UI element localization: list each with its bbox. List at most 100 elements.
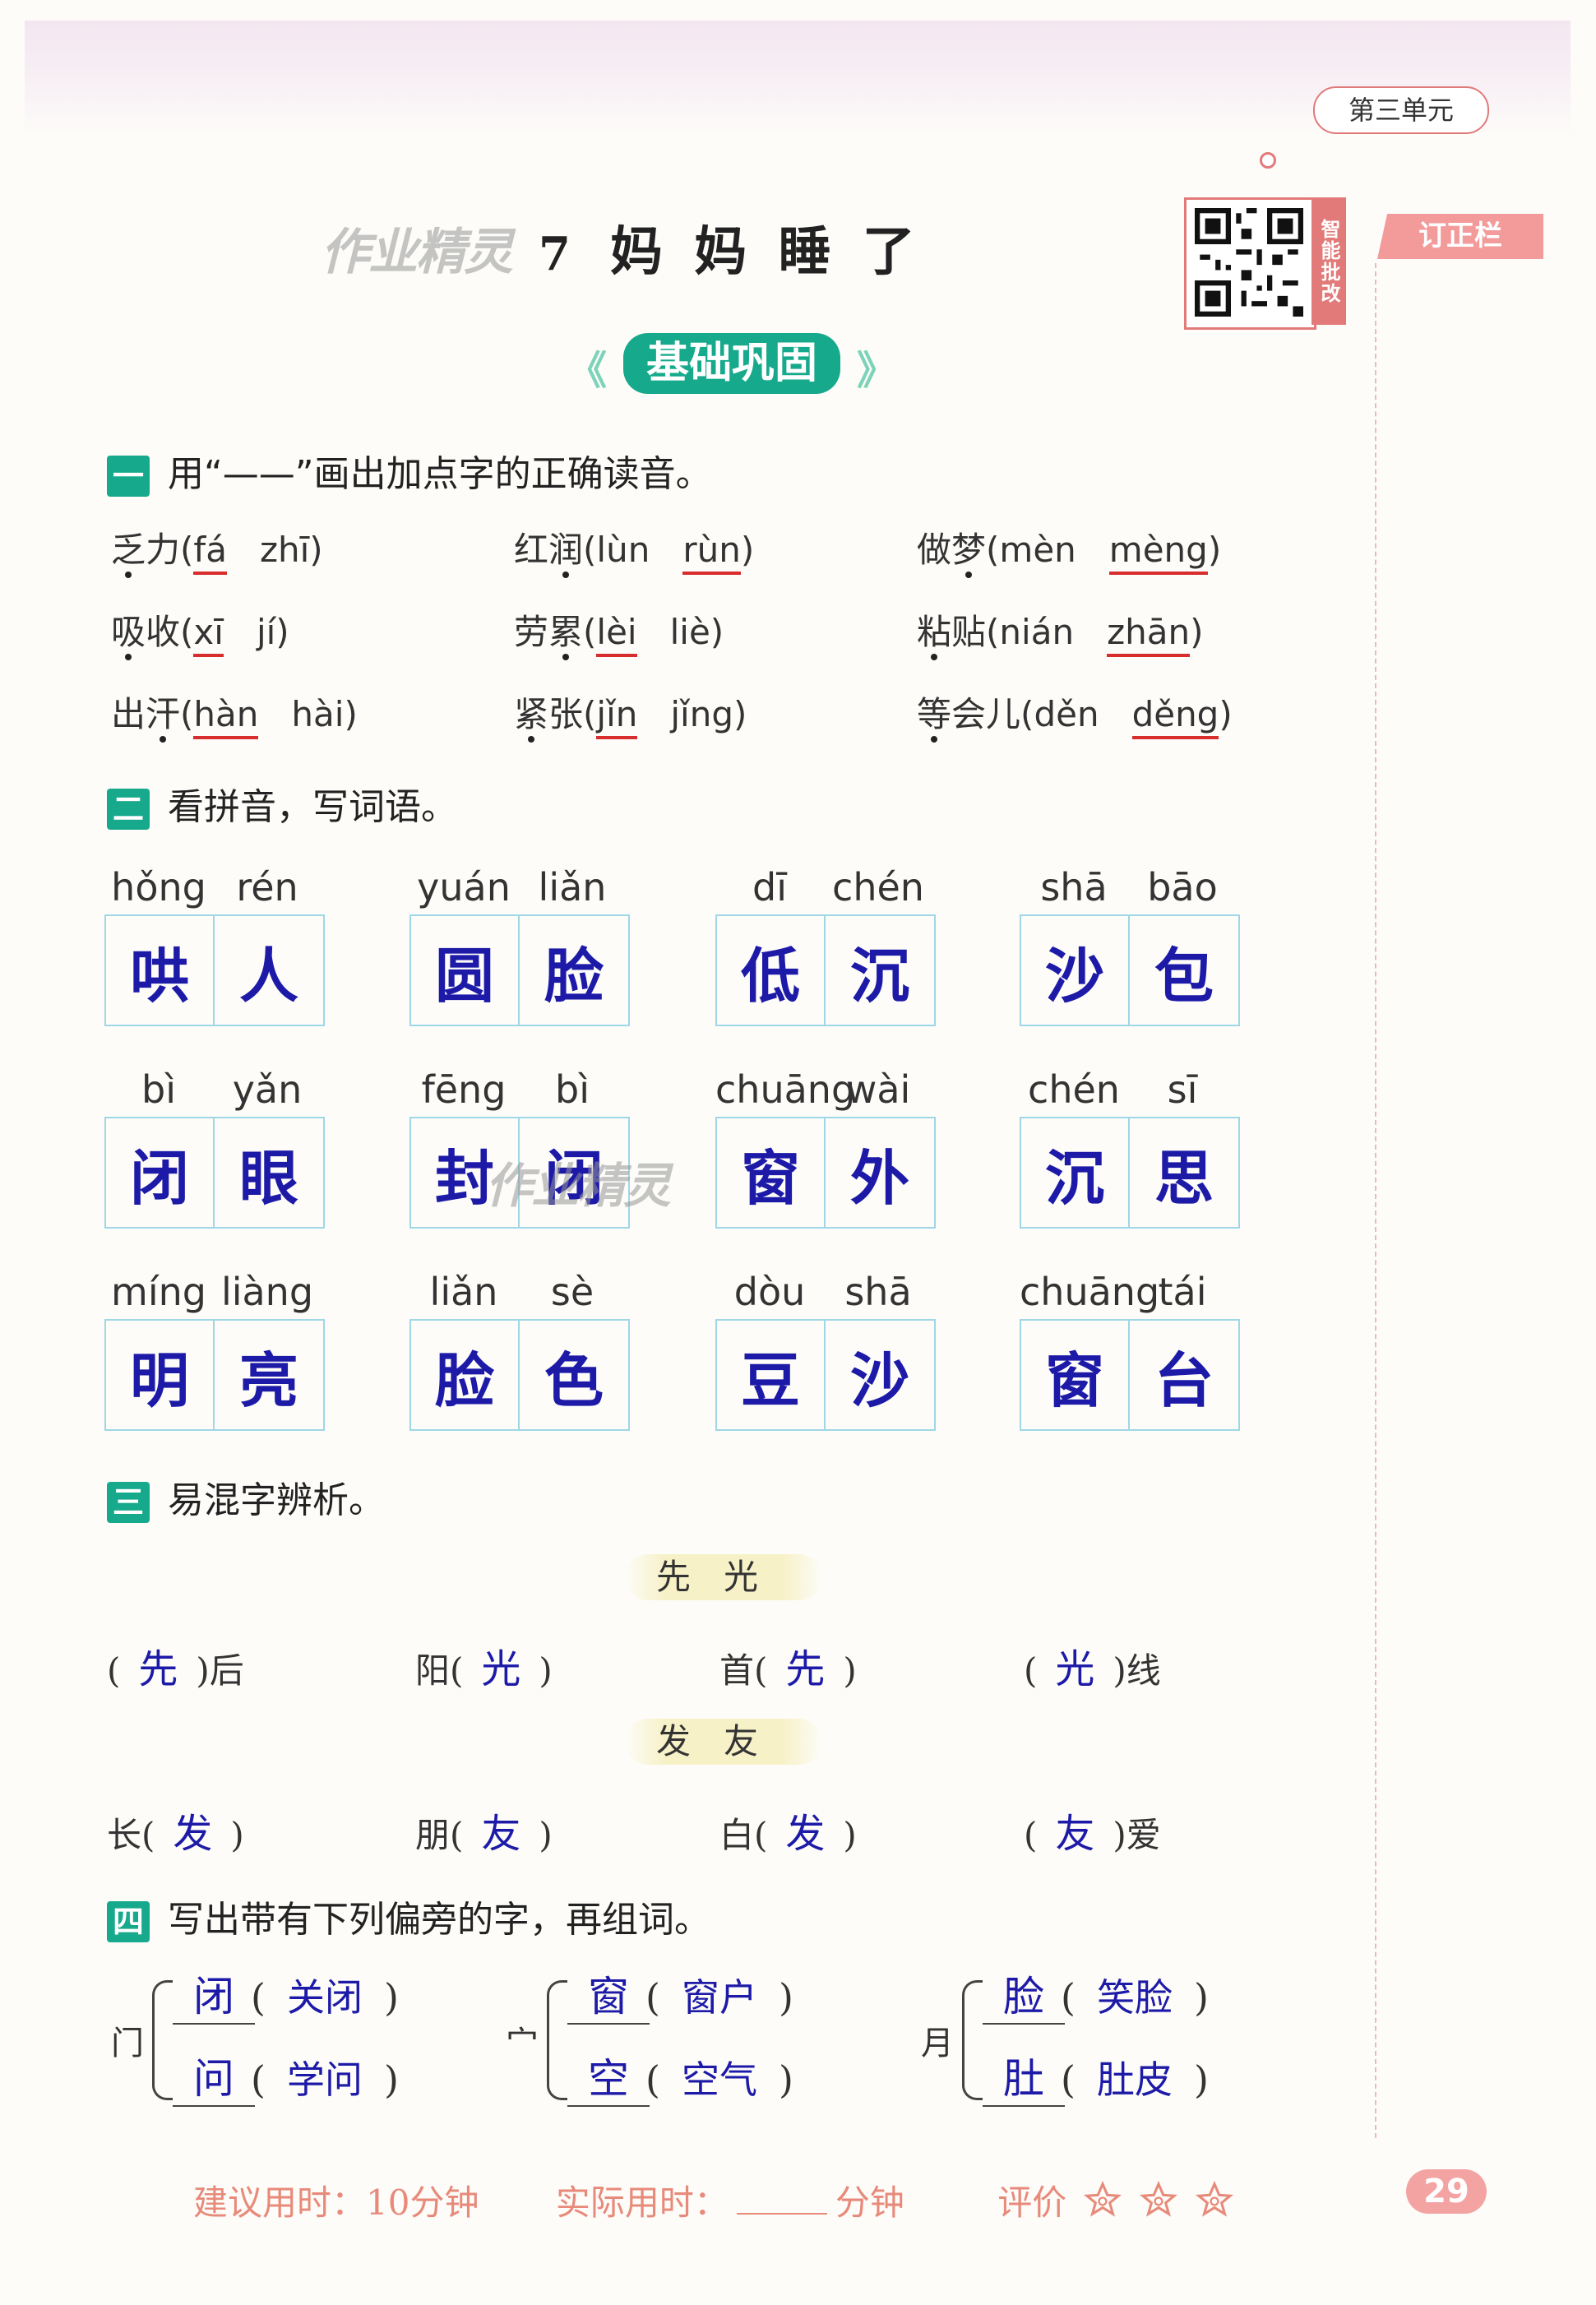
reading-option[interactable]: zhī xyxy=(260,530,309,570)
writing-grid[interactable]: 豆沙 xyxy=(715,1319,936,1431)
fill-answer[interactable]: 友 xyxy=(1037,1811,1113,1857)
grid-cell-char[interactable]: 思 xyxy=(1130,1118,1238,1227)
fill-answer[interactable]: 友 xyxy=(463,1811,539,1857)
correct-reading[interactable]: lèi xyxy=(596,612,637,657)
grid-cell-char[interactable]: 色 xyxy=(520,1321,628,1429)
grid-cell-char[interactable]: 豆 xyxy=(717,1321,826,1429)
paren-open: ( xyxy=(583,612,597,652)
grid-cell-char[interactable]: 沉 xyxy=(826,916,934,1025)
radical-char-answer[interactable]: 问 xyxy=(173,2046,255,2107)
paren-open: ( xyxy=(986,530,1000,570)
reading-option[interactable]: jǐng xyxy=(670,694,733,734)
writing-grid[interactable]: 圆脸 xyxy=(409,914,630,1026)
paren-close: ) xyxy=(1193,1975,1209,2020)
grid-cell-char[interactable]: 沉 xyxy=(1021,1118,1130,1227)
radical-char-answer[interactable]: 闭 xyxy=(173,1964,255,2025)
correct-reading[interactable]: rùn xyxy=(682,530,741,575)
grid-cell-char[interactable]: 包 xyxy=(1130,916,1238,1025)
reading-option[interactable]: lùn xyxy=(596,530,650,570)
writing-grid[interactable]: 明亮 xyxy=(104,1319,325,1431)
star-icon[interactable] xyxy=(1196,2181,1233,2219)
bracket-icon xyxy=(152,1980,173,2100)
word-char: 吸 xyxy=(111,612,146,652)
reading-option[interactable]: nián xyxy=(999,612,1074,652)
radical-char-answer[interactable]: 窗 xyxy=(567,1964,650,2025)
footer-timing: 建议用时：10分钟 实际用时： 分钟 评价 xyxy=(193,2175,1066,2225)
grid-cell-char[interactable]: 台 xyxy=(1130,1321,1238,1429)
grid-cell-char[interactable]: 哄 xyxy=(106,916,215,1025)
reading-option[interactable]: liè xyxy=(670,612,710,652)
grid-cell-char[interactable]: 脸 xyxy=(520,916,628,1025)
grid-cell-char[interactable]: 沙 xyxy=(1021,916,1130,1025)
fill-answer[interactable]: 发 xyxy=(767,1811,843,1857)
compound-answer[interactable]: 关闭 xyxy=(266,1975,384,2020)
paren-open: ( xyxy=(180,530,194,570)
fill-prefix: 白( xyxy=(719,1815,768,1855)
reading-option[interactable]: děn xyxy=(1034,694,1099,734)
fill-answer[interactable]: 发 xyxy=(155,1811,230,1857)
grid-cell-char[interactable]: 圆 xyxy=(411,916,520,1025)
writing-grid[interactable]: 脸色 xyxy=(409,1319,630,1431)
word-char: 贴 xyxy=(951,612,987,652)
correct-reading[interactable]: hàn xyxy=(193,694,259,739)
grid-cell-char[interactable]: 窗 xyxy=(1021,1321,1130,1429)
fill-blank-item: (友)爱 xyxy=(1024,1801,1161,1858)
reading-item: 紧张(jǐn jǐng) xyxy=(514,687,747,739)
grid-cell-char[interactable]: 亮 xyxy=(215,1321,323,1429)
grid-cell-char[interactable]: 眼 xyxy=(215,1118,323,1227)
correct-reading[interactable]: xī xyxy=(193,612,224,657)
writing-grid[interactable]: 低沉 xyxy=(715,914,936,1026)
section3-instruction: 易混字辨析。 xyxy=(168,1479,385,1521)
writing-grid[interactable]: 沉思 xyxy=(1020,1117,1240,1229)
compound-answer[interactable]: 学问 xyxy=(266,2057,384,2102)
grid-cell-char[interactable]: 人 xyxy=(215,916,323,1025)
fill-answer[interactable]: 先 xyxy=(767,1646,843,1692)
actual-time-blank[interactable] xyxy=(736,2213,827,2215)
grid-cell-char[interactable]: 沙 xyxy=(826,1321,934,1429)
actual-time-label: 实际用时： xyxy=(555,2182,729,2223)
star-icon[interactable] xyxy=(1140,2181,1177,2219)
qr-code-icon[interactable] xyxy=(1184,197,1316,330)
grid-cell-char[interactable]: 外 xyxy=(826,1118,934,1227)
compound-answer[interactable]: 肚皮 xyxy=(1076,2057,1194,2102)
compound-answer[interactable]: 笑脸 xyxy=(1076,1975,1194,2020)
fill-blank-item: 首(先) xyxy=(719,1636,857,1694)
reading-option[interactable]: jí xyxy=(257,612,275,652)
reading-option[interactable]: mèn xyxy=(999,530,1076,570)
correct-reading[interactable]: mèng xyxy=(1108,530,1208,575)
correct-reading[interactable]: fá xyxy=(193,530,227,575)
fill-prefix: 长( xyxy=(107,1815,155,1855)
writing-grid[interactable]: 哄人 xyxy=(104,914,325,1026)
grid-cell-char[interactable]: 低 xyxy=(717,916,826,1025)
grid-cell-char[interactable]: 明 xyxy=(106,1321,215,1429)
writing-grid[interactable]: 窗外 xyxy=(715,1117,936,1229)
paren-close: ) xyxy=(1190,612,1204,652)
fill-prefix: 首( xyxy=(719,1650,768,1691)
fill-answer[interactable]: 先 xyxy=(120,1646,196,1692)
radical-char-answer[interactable]: 空 xyxy=(567,2046,650,2107)
reading-option[interactable]: hài xyxy=(291,694,344,734)
paren-close: ) xyxy=(710,612,724,652)
correct-reading[interactable]: děng xyxy=(1131,694,1219,739)
compound-word: (学问) xyxy=(251,2050,399,2104)
compound-answer[interactable]: 空气 xyxy=(660,2057,779,2102)
grid-cell-char[interactable]: 脸 xyxy=(411,1321,520,1429)
correct-reading[interactable]: zhān xyxy=(1107,612,1191,657)
star-icon[interactable] xyxy=(1084,2181,1122,2219)
fill-answer[interactable]: 光 xyxy=(463,1646,539,1692)
correct-reading[interactable]: jǐn xyxy=(596,694,638,739)
compound-answer[interactable]: 窗户 xyxy=(660,1975,779,2020)
grid-cell-char[interactable]: 闭 xyxy=(106,1118,215,1227)
writing-grid[interactable]: 沙包 xyxy=(1020,914,1240,1026)
fill-answer[interactable]: 光 xyxy=(1037,1646,1113,1692)
word-char: 润 xyxy=(548,530,584,570)
radical-char-answer[interactable]: 肚 xyxy=(983,2046,1065,2107)
watermark-2: 作业精灵 xyxy=(485,1158,671,1214)
pinyin-label: liàng xyxy=(220,1270,314,1314)
writing-grid[interactable]: 窗台 xyxy=(1020,1319,1240,1431)
radical-label: 月 xyxy=(921,2025,954,2062)
grid-cell-char[interactable]: 窗 xyxy=(717,1118,826,1227)
writing-grid[interactable]: 闭眼 xyxy=(104,1117,325,1229)
radical-char-answer[interactable]: 脸 xyxy=(983,1964,1065,2025)
section1-instruction: 用“——”画出加点字的正确读音。 xyxy=(168,453,712,495)
